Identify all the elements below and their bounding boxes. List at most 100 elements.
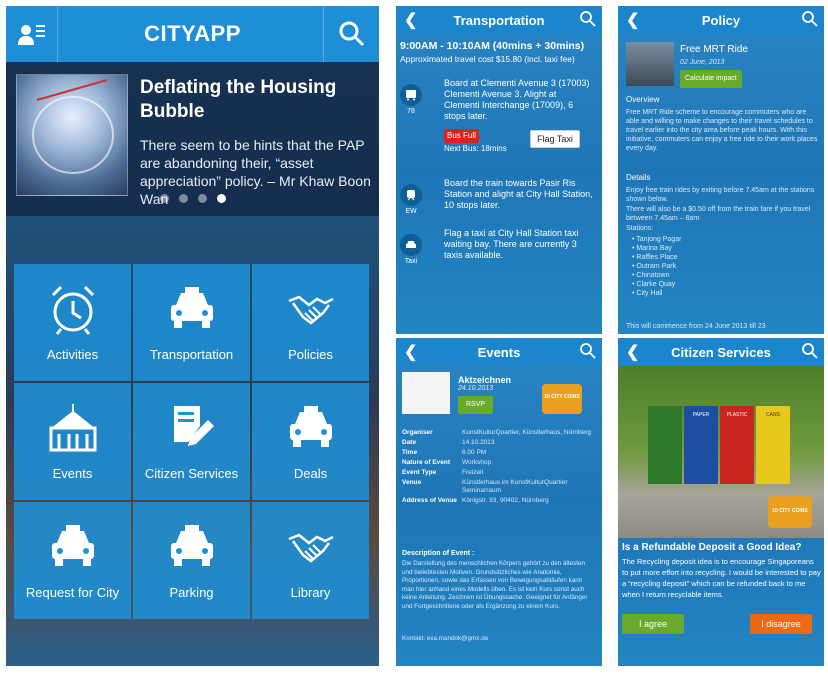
banner-image [16, 74, 128, 196]
tile-library[interactable]: Library [252, 502, 369, 619]
screen-header: ❮ Transportation [396, 6, 602, 34]
search-icon[interactable] [802, 343, 818, 359]
tile-label: Parking [169, 585, 214, 600]
flag-taxi-button[interactable]: Flag Taxi [530, 130, 580, 148]
list-item: • City Hall [632, 290, 663, 297]
banner-title: Deflating the Housing Bubble [140, 77, 337, 122]
app-header: CITYAPP [6, 6, 379, 62]
tile-deals[interactable]: Deals [252, 383, 369, 500]
bus-icon [400, 84, 422, 106]
screen-title: Transportation [453, 12, 545, 28]
screen-title: Policy [701, 12, 741, 28]
taxi-icon [289, 406, 332, 447]
tent-icon [49, 404, 96, 452]
question-text: The Recycling deposit idea is to encoura… [622, 557, 821, 599]
policy-thumbnail [626, 42, 674, 86]
events-screen: ❮ Events Aktzeichnen 24.10.2013 RSVP 10 … [396, 338, 602, 666]
tile-label: Activities [46, 347, 99, 362]
form-pencil-icon [173, 406, 214, 446]
tile-label: Citizen Services [144, 466, 239, 481]
policy-date: 02 June, 2013 [680, 59, 725, 66]
tile-label: Request for City [25, 585, 120, 600]
tile-label: Library [290, 585, 331, 600]
tile-request-for-city[interactable]: Request for City [14, 502, 131, 619]
table-row: Nature of Event Workshop [402, 459, 492, 466]
tile-transportation[interactable]: Transportation [133, 264, 250, 381]
back-arrow-icon[interactable]: ❮ [404, 10, 417, 30]
search-icon[interactable] [580, 343, 596, 359]
tile-label: Policies [288, 347, 333, 362]
overview-text: Free MRT Ride scheme to encourage commut… [626, 109, 818, 152]
screen-header: ❮ Citizen Services [618, 338, 824, 366]
list-item: • Tanjong Pagar [632, 236, 682, 243]
screen-header: ❮ Policy [618, 6, 824, 34]
agree-button[interactable]: I agree [622, 614, 684, 634]
event-date-short: 24.10.2013 [458, 385, 494, 392]
train-icon [400, 184, 422, 206]
event-details-table: Organiser KunstKulturQuartier, Künstlerha… [402, 428, 597, 506]
carousel-dot[interactable] [197, 194, 207, 203]
list-item: • Outram Park [632, 263, 677, 270]
carousel-dot-active[interactable] [216, 194, 226, 203]
news-banner[interactable]: Deflating the Housing Bubble There seem … [6, 62, 379, 216]
back-arrow-icon[interactable]: ❮ [626, 342, 639, 362]
tile-parking[interactable]: Parking [133, 502, 250, 619]
step-text: Board at Clementi Avenue 3 (17003) Cleme… [444, 78, 590, 121]
trip-time: 9:00AM - 10:10AM (40mins + 30mins) [400, 40, 585, 52]
bus-full-tag: Bus Full [444, 129, 479, 143]
tile-label: Events [52, 466, 93, 481]
city-coins-badge: 10 CITY COINS [768, 496, 812, 528]
carousel-dot[interactable] [178, 194, 188, 203]
calculate-impact-button[interactable]: Calculate impact [680, 70, 742, 88]
screen-title: Events [477, 344, 521, 360]
tile-activities[interactable]: Activities [14, 264, 131, 381]
taxi-icon [51, 525, 94, 566]
profile-menu-button[interactable] [6, 6, 58, 62]
search-icon [339, 21, 364, 47]
details-heading: Details [626, 173, 651, 182]
back-arrow-icon[interactable]: ❮ [626, 10, 639, 30]
taxi-icon [170, 287, 213, 328]
tile-policies[interactable]: Policies [252, 264, 369, 381]
screen-header: ❮ Events [396, 338, 602, 366]
event-thumbnail [402, 372, 450, 414]
details-text: Enjoy free train rides by exiting before… [626, 187, 815, 203]
handshake-icon [288, 295, 334, 325]
list-item: • Clarke Quay [632, 281, 676, 288]
carousel-dot[interactable] [159, 194, 169, 203]
recycling-bins-photo: PAPER PLASTIC CANS 10 CITY COINS [618, 366, 824, 538]
citizen-services-screen: ❮ Citizen Services PAPER PLASTIC CANS 10… [618, 338, 824, 666]
route-code: 78 [407, 108, 415, 115]
user-list-icon [17, 25, 45, 45]
step-text: Board the train towards Pasir Ris Statio… [444, 178, 593, 210]
tile-label: Transportation [149, 347, 234, 362]
route-code: EW [405, 208, 417, 215]
question-title: Is a Refundable Deposit a Good Idea? [622, 542, 802, 553]
table-row: Venue Künstlerhaus im KunstKulturQuartier… [402, 479, 568, 494]
search-icon[interactable] [580, 11, 596, 27]
disagree-button[interactable]: I disagree [750, 614, 812, 634]
handshake-icon [288, 533, 334, 563]
policy-item-title: Free MRT Ride [680, 44, 748, 55]
list-item: • Chinatown [632, 272, 670, 279]
rsvp-button[interactable]: RSVP [458, 396, 494, 414]
tile-citizen-services[interactable]: Citizen Services [133, 383, 250, 500]
back-arrow-icon[interactable]: ❮ [404, 342, 417, 362]
description-text: Die Darstellung des menschlichen Körpers… [402, 560, 588, 610]
tile-label: Deals [293, 466, 328, 481]
search-icon[interactable] [802, 11, 818, 27]
list-item: • Marina Bay [632, 245, 672, 252]
table-row: Date 14.10.2013 [402, 439, 495, 446]
category-grid: Activities Transportation Policies Event… [14, 264, 370, 619]
details-text: There will also be a $0.50 off from the … [626, 206, 811, 222]
search-button[interactable] [323, 6, 379, 62]
taxi-icon [170, 525, 213, 566]
screen-title: Citizen Services [671, 344, 771, 360]
table-row: Address of Venue Königstr. 93, 90402, Nür… [402, 497, 549, 504]
transportation-screen: ❮ Transportation 9:00AM - 10:10AM (40min… [396, 6, 602, 334]
city-coins-badge: 10 CITY COINS [542, 384, 582, 414]
alarm-clock-icon [51, 285, 94, 335]
overview-heading: Overview [626, 95, 660, 104]
tile-events[interactable]: Events [14, 383, 131, 500]
stations-heading: Stations: [626, 225, 654, 232]
